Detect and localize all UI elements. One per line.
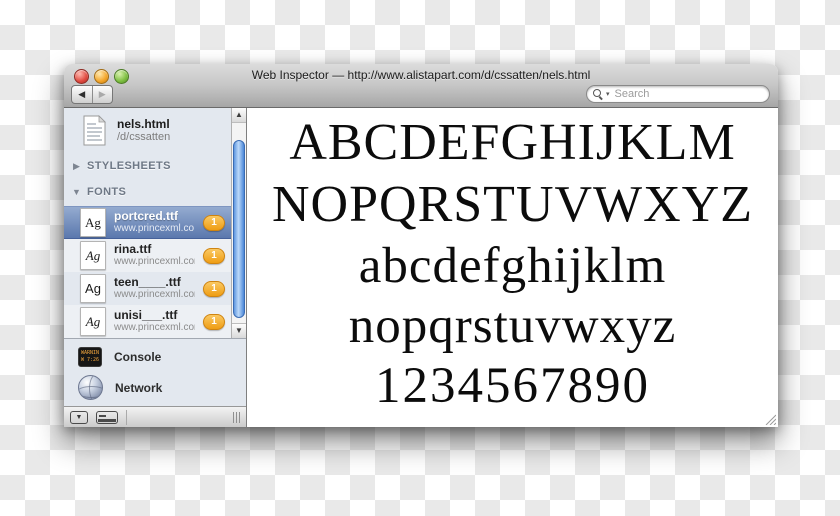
sidebar-resize-grip[interactable] xyxy=(233,412,240,423)
font-preview-pane: ABCDEFGHIJKLM NOPQRSTUVWXYZ abcdefghijkl… xyxy=(247,108,778,427)
font-list-item-teen[interactable]: Ag teen____.ttf www.princexml.com… 1 xyxy=(64,272,231,305)
scroll-down-arrow-icon[interactable]: ▼ xyxy=(232,323,246,338)
back-arrow-icon: ◀ xyxy=(78,90,85,99)
forward-button[interactable]: ▶ xyxy=(93,86,113,103)
search-options-caret-icon[interactable]: ▾ xyxy=(606,91,610,98)
chevron-down-icon[interactable]: ▼ xyxy=(72,188,81,197)
inspector-sidebar: nels.html /d/cssatten ▶ STYLESHEETS ▼ FO… xyxy=(64,108,247,427)
file-path: /d/cssatten xyxy=(117,131,170,144)
scrollbar-thumb[interactable] xyxy=(233,140,245,318)
sidebar-section-stylesheets[interactable]: ▶ STYLESHEETS xyxy=(64,152,231,178)
panel-label: Network xyxy=(115,381,162,395)
minimize-button[interactable] xyxy=(94,69,109,84)
font-preview-line: nopqrstuvwxyz xyxy=(247,296,778,356)
font-file-icon: Ag xyxy=(80,274,106,303)
sidebar-item-console[interactable]: WARNIN W 7:26:1 Console xyxy=(64,341,246,372)
history-nav-buttons: ◀ ▶ xyxy=(71,85,113,104)
inspected-file-item[interactable]: nels.html /d/cssatten xyxy=(64,108,231,152)
usage-count-badge: 1 xyxy=(203,248,225,264)
scroll-up-arrow-icon[interactable]: ▲ xyxy=(232,108,246,123)
sidebar-section-fonts[interactable]: ▼ FONTS xyxy=(64,178,231,204)
back-button[interactable]: ◀ xyxy=(72,86,93,103)
font-list-item-unisi[interactable]: Ag unisi___.ttf www.princexml.com… 1 xyxy=(64,305,231,338)
transparency-checkerboard-background: Web Inspector — http://www.alistapart.co… xyxy=(0,0,840,516)
font-preview-line: 1234567890 xyxy=(247,356,778,416)
window-header: Web Inspector — http://www.alistapart.co… xyxy=(64,64,778,108)
panel-label: Console xyxy=(114,350,161,364)
split-console-button[interactable] xyxy=(96,411,118,424)
font-list-item-rina[interactable]: Ag rina.ttf www.princexml.com… 1 xyxy=(64,239,231,272)
font-preview-line: NOPQRSTUVWXYZ xyxy=(247,174,778,236)
forward-arrow-icon: ▶ xyxy=(99,90,106,99)
font-file-source: www.princexml.com… xyxy=(114,322,195,334)
document-icon xyxy=(82,115,107,146)
section-label: FONTS xyxy=(87,186,126,198)
search-icon xyxy=(593,89,603,99)
section-label: STYLESHEETS xyxy=(87,160,171,172)
font-file-source: www.princexml.co… xyxy=(114,223,195,235)
font-list-item-portcred[interactable]: Ag portcred.ttf www.princexml.co… 1 xyxy=(64,206,231,239)
close-button[interactable] xyxy=(74,69,89,84)
usage-count-badge: 1 xyxy=(203,314,225,330)
sidebar-scroll-area: nels.html /d/cssatten ▶ STYLESHEETS ▼ FO… xyxy=(64,108,231,338)
sidebar-panels: WARNIN W 7:26:1 Console Network xyxy=(64,341,246,403)
web-inspector-window: Web Inspector — http://www.alistapart.co… xyxy=(64,64,778,426)
font-file-icon: Ag xyxy=(80,241,106,270)
search-input[interactable] xyxy=(613,87,763,101)
sidebar-item-network[interactable]: Network xyxy=(64,372,246,403)
window-body: nels.html /d/cssatten ▶ STYLESHEETS ▼ FO… xyxy=(64,108,778,427)
dock-toggle-button[interactable]: ▼ xyxy=(70,411,88,424)
search-field[interactable]: ▾ xyxy=(586,85,770,103)
dock-arrow-icon: ▼ xyxy=(76,414,83,421)
font-file-name: rina.ttf xyxy=(114,243,195,256)
font-file-source: www.princexml.com… xyxy=(114,289,195,301)
usage-count-badge: 1 xyxy=(203,281,225,297)
font-file-name: portcred.ttf xyxy=(114,210,195,223)
font-preview-line: ABCDEFGHIJKLM xyxy=(247,112,778,174)
font-file-source: www.princexml.com… xyxy=(114,256,195,268)
sidebar-scrollbar[interactable]: ▲ ▼ xyxy=(231,108,246,338)
font-list: Ag portcred.ttf www.princexml.co… 1 Ag xyxy=(64,206,231,338)
font-file-name: unisi___.ttf xyxy=(114,309,195,322)
chevron-right-icon[interactable]: ▶ xyxy=(72,162,81,171)
console-icon: WARNIN W 7:26:1 xyxy=(78,347,102,367)
split-view-icon xyxy=(98,419,116,422)
file-name: nels.html xyxy=(117,117,170,131)
network-globe-icon xyxy=(78,375,103,400)
font-file-icon: Ag xyxy=(80,208,106,237)
font-file-icon: Ag xyxy=(80,307,106,336)
window-resize-grip-icon[interactable] xyxy=(763,412,776,425)
font-file-name: teen____.ttf xyxy=(114,276,195,289)
window-title: Web Inspector — http://www.alistapart.co… xyxy=(124,68,718,82)
traffic-lights xyxy=(74,69,129,84)
statusbar-separator xyxy=(126,410,127,425)
file-info: nels.html /d/cssatten xyxy=(117,117,170,144)
sidebar-divider xyxy=(64,338,246,339)
font-preview-line: abcdefghijklm xyxy=(247,236,778,296)
sidebar-status-bar: ▼ xyxy=(64,406,246,427)
usage-count-badge: 1 xyxy=(203,215,225,231)
